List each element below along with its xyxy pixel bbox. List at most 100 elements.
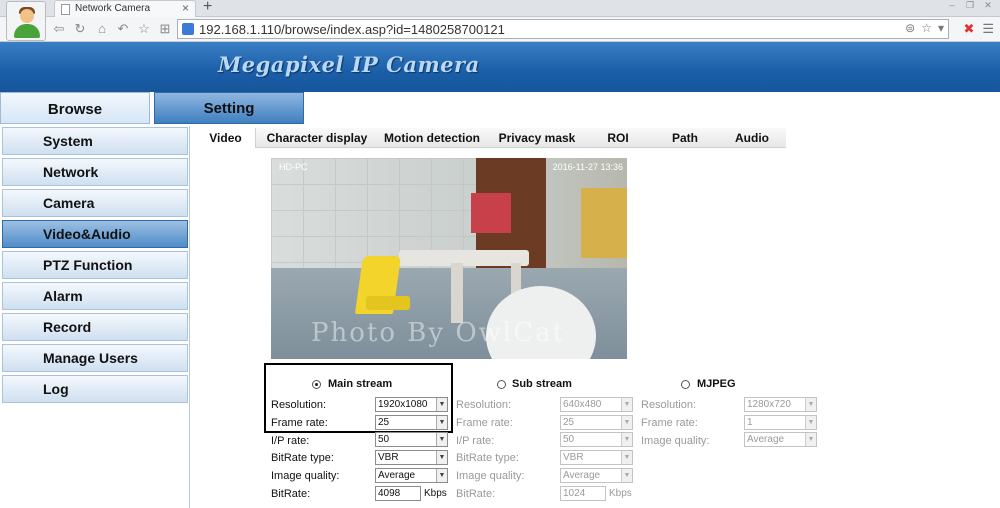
sub-ip-rate-select[interactable]: 50 ▼ bbox=[560, 432, 633, 447]
video-preview[interactable]: HD-PC 2016-11-27 13:36 Photo By OwlCat bbox=[271, 158, 627, 359]
chevron-down-icon: ▼ bbox=[621, 416, 632, 429]
subtab-privacy-mask[interactable]: Privacy mask bbox=[490, 128, 584, 148]
chevron-down-icon: ▼ bbox=[436, 451, 447, 464]
address-bar[interactable]: 192.168.1.110/browse/index.asp?id=148025… bbox=[177, 19, 949, 39]
main-resolution-select[interactable]: 1920x1080 ▼ bbox=[375, 397, 448, 412]
main-bitrate-unit: Kbps bbox=[424, 488, 447, 499]
sub-resolution-label: Resolution: bbox=[456, 399, 512, 411]
sub-ip-rate-label: I/P rate: bbox=[456, 435, 495, 447]
sidebar-item-camera[interactable]: Camera bbox=[2, 189, 188, 217]
mjpeg-resolution-value: 1280x720 bbox=[747, 399, 791, 410]
favorite-icon[interactable]: ☆ bbox=[137, 22, 151, 36]
sidebar-item-network[interactable]: Network bbox=[2, 158, 188, 186]
sub-bitrate-unit: Kbps bbox=[609, 488, 632, 499]
subtab-roi[interactable]: ROI bbox=[592, 128, 644, 148]
sidebar-item-manage-users[interactable]: Manage Users bbox=[2, 344, 188, 372]
shield-icon bbox=[182, 23, 194, 35]
tab-setting[interactable]: Setting bbox=[154, 92, 304, 124]
chevron-down-icon: ▼ bbox=[805, 433, 816, 446]
mjpeg-radio[interactable] bbox=[681, 380, 690, 389]
main-stream-radio[interactable] bbox=[312, 380, 321, 389]
chevron-down-icon: ▼ bbox=[436, 433, 447, 446]
user-avatar[interactable] bbox=[6, 1, 46, 41]
subtab-video[interactable]: Video bbox=[196, 128, 256, 148]
sub-stream-radio[interactable] bbox=[497, 380, 506, 389]
sub-bitrate-type-label: BitRate type: bbox=[456, 452, 519, 464]
main-ip-rate-select[interactable]: 50 ▼ bbox=[375, 432, 448, 447]
video-scene-chair-seat bbox=[366, 296, 410, 310]
bookmark-star-icon[interactable]: ☆ bbox=[921, 21, 932, 35]
sub-bitrate-input[interactable]: 1024 bbox=[560, 486, 606, 501]
address-url[interactable]: 192.168.1.110/browse/index.asp?id=148025… bbox=[199, 22, 505, 37]
chevron-down-icon: ▼ bbox=[436, 416, 447, 429]
restore-icon[interactable]: ❐ bbox=[962, 0, 978, 11]
main-bitrate-input[interactable]: 4098 bbox=[375, 486, 421, 501]
main-frame-rate-select[interactable]: 25 ▼ bbox=[375, 415, 448, 430]
close-window-icon[interactable]: ✕ bbox=[980, 0, 996, 11]
mjpeg-image-quality-select[interactable]: Average ▼ bbox=[744, 432, 817, 447]
sub-frame-rate-select[interactable]: 25 ▼ bbox=[560, 415, 633, 430]
window-controls: – ❐ ✕ bbox=[944, 0, 996, 11]
browser-tab-strip: Network Camera × + – ❐ ✕ bbox=[0, 0, 1000, 17]
sidebar-item-video-audio[interactable]: Video&Audio bbox=[2, 220, 188, 248]
close-tab-icon[interactable]: × bbox=[182, 1, 189, 15]
chevron-down-icon: ▼ bbox=[621, 469, 632, 482]
video-scene-table-leg bbox=[451, 263, 463, 323]
main-frame-rate-label: Frame rate: bbox=[271, 417, 328, 429]
sidebar-item-system[interactable]: System bbox=[2, 127, 188, 155]
subtab-character-display[interactable]: Character display bbox=[258, 128, 376, 148]
addon-icon[interactable]: ✖ bbox=[963, 21, 974, 37]
main-ip-rate-label: I/P rate: bbox=[271, 435, 310, 447]
sidebar-item-alarm[interactable]: Alarm bbox=[2, 282, 188, 310]
compat-icon[interactable]: ⊜ bbox=[905, 21, 915, 35]
top-navigation: Browse Setting bbox=[0, 92, 1000, 126]
sidebar-item-record[interactable]: Record bbox=[2, 313, 188, 341]
new-tab-button[interactable]: + bbox=[203, 0, 212, 16]
main-image-quality-select[interactable]: Average ▼ bbox=[375, 468, 448, 483]
minimize-icon[interactable]: – bbox=[944, 0, 960, 11]
dropdown-icon[interactable]: ▾ bbox=[938, 21, 944, 35]
app-title: Megapixel IP Camera bbox=[218, 52, 480, 77]
reload-icon[interactable]: ↻ bbox=[73, 22, 87, 36]
chevron-down-icon: ▼ bbox=[621, 398, 632, 411]
mjpeg-image-quality-label: Image quality: bbox=[641, 435, 710, 447]
main-bitrate-type-value: VBR bbox=[378, 452, 399, 463]
sub-ip-rate-value: 50 bbox=[563, 434, 575, 445]
main-image-quality-label: Image quality: bbox=[271, 470, 340, 482]
subtab-audio[interactable]: Audio bbox=[724, 128, 780, 148]
sub-resolution-value: 640x480 bbox=[563, 399, 602, 410]
sidebar-item-ptz-function[interactable]: PTZ Function bbox=[2, 251, 188, 279]
sub-image-quality-label: Image quality: bbox=[456, 470, 525, 482]
mjpeg-resolution-select[interactable]: 1280x720 ▼ bbox=[744, 397, 817, 412]
subtab-motion-detection[interactable]: Motion detection bbox=[380, 128, 484, 148]
main-image-quality-value: Average bbox=[378, 470, 416, 481]
mjpeg-frame-rate-select[interactable]: 1 ▼ bbox=[744, 415, 817, 430]
main-bitrate-type-label: BitRate type: bbox=[271, 452, 334, 464]
home-icon[interactable]: ⌂ bbox=[95, 22, 109, 36]
undo-icon[interactable]: ↶ bbox=[116, 22, 130, 36]
tab-browse[interactable]: Browse bbox=[0, 92, 150, 124]
video-osd-timestamp: 2016-11-27 13:36 bbox=[552, 162, 623, 172]
back-icon[interactable]: ⇦ bbox=[52, 22, 66, 36]
sub-bitrate-type-select[interactable]: VBR ▼ bbox=[560, 450, 633, 465]
sidebar-item-log[interactable]: Log bbox=[2, 375, 188, 403]
video-scene-boxes bbox=[581, 188, 627, 258]
main-frame-rate-value: 25 bbox=[378, 417, 390, 428]
grid-icon[interactable]: ⊞ bbox=[158, 22, 172, 36]
mjpeg-frame-rate-label: Frame rate: bbox=[641, 417, 698, 429]
sub-image-quality-select[interactable]: Average ▼ bbox=[560, 468, 633, 483]
app-banner: Megapixel IP Camera bbox=[0, 42, 1000, 92]
browser-tab[interactable]: Network Camera × bbox=[54, 0, 196, 17]
main-bitrate-type-select[interactable]: VBR ▼ bbox=[375, 450, 448, 465]
settings-sidebar: System Network Camera Video&Audio PTZ Fu… bbox=[0, 126, 190, 508]
avatar-body bbox=[14, 24, 40, 38]
video-scene-red-boxes bbox=[471, 193, 511, 233]
sub-stream-title: Sub stream bbox=[512, 378, 572, 390]
chevron-down-icon: ▼ bbox=[805, 398, 816, 411]
sub-resolution-select[interactable]: 640x480 ▼ bbox=[560, 397, 633, 412]
sub-bitrate-label: BitRate: bbox=[456, 488, 496, 500]
menu-icon[interactable]: ☰ bbox=[982, 21, 994, 37]
browser-tab-title: Network Camera bbox=[75, 3, 151, 14]
video-scene-table bbox=[399, 250, 529, 266]
subtab-path[interactable]: Path bbox=[658, 128, 712, 148]
